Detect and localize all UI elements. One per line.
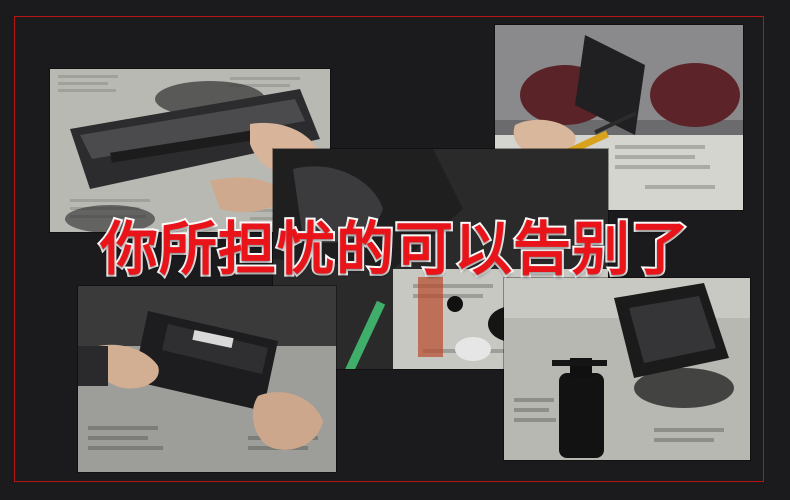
photo-bottom-right-image (504, 278, 750, 460)
photo-bottom-left-image (78, 286, 336, 472)
photo-bottom-right (504, 278, 750, 460)
photo-bottom-left (78, 286, 336, 472)
